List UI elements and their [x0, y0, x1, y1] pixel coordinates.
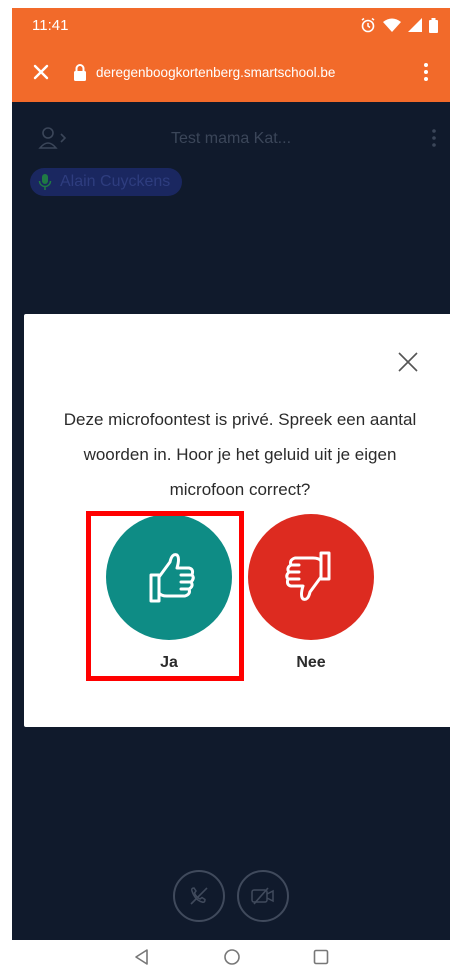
speaker-name: Alain Cuyckens [60, 173, 171, 190]
microphone-test-dialog: Deze microfoontest is privé. Spreek een … [24, 314, 456, 727]
battery-icon [429, 17, 438, 33]
video-off-icon [251, 887, 274, 905]
status-time: 11:41 [32, 16, 69, 34]
status-icons [360, 17, 438, 33]
phone-muted-icon [190, 887, 208, 905]
close-dialog-icon[interactable] [396, 350, 420, 374]
call-controls [12, 870, 450, 922]
no-button[interactable]: Nee [246, 514, 376, 672]
url-text[interactable]: deregenboogkortenberg.smartschool.be [96, 65, 416, 80]
meeting-header: Test mama Kat... [12, 124, 450, 154]
meeting-menu-icon[interactable] [432, 128, 436, 148]
back-icon[interactable] [133, 948, 151, 966]
dialog-message: Deze microfoontest is privé. Spreek een … [63, 410, 417, 499]
thumbs-down-icon [285, 551, 331, 601]
system-nav-bar [0, 940, 462, 973]
hangup-audio-button[interactable] [173, 870, 225, 922]
browser-url-bar: deregenboogkortenberg.smartschool.be [12, 42, 450, 102]
alarm-icon [361, 17, 375, 33]
home-icon[interactable] [223, 948, 241, 966]
browser-menu-button[interactable] [416, 59, 436, 85]
video-toggle-button[interactable] [237, 870, 289, 922]
no-label: Nee [296, 654, 326, 671]
close-icon [33, 64, 49, 80]
recents-icon[interactable] [313, 949, 329, 965]
highlight-box [86, 511, 244, 681]
signal-icon [408, 18, 422, 32]
microphone-icon [38, 174, 52, 190]
wifi-icon [383, 18, 401, 32]
no-circle[interactable] [248, 514, 374, 640]
status-bar: 11:41 [12, 8, 450, 42]
active-speaker-badge: Alain Cuyckens [30, 168, 183, 196]
close-tab-button[interactable] [28, 59, 54, 85]
lock-icon [74, 64, 86, 81]
more-vertical-icon [424, 63, 428, 81]
meeting-title: Test mama Kat... [170, 130, 292, 147]
